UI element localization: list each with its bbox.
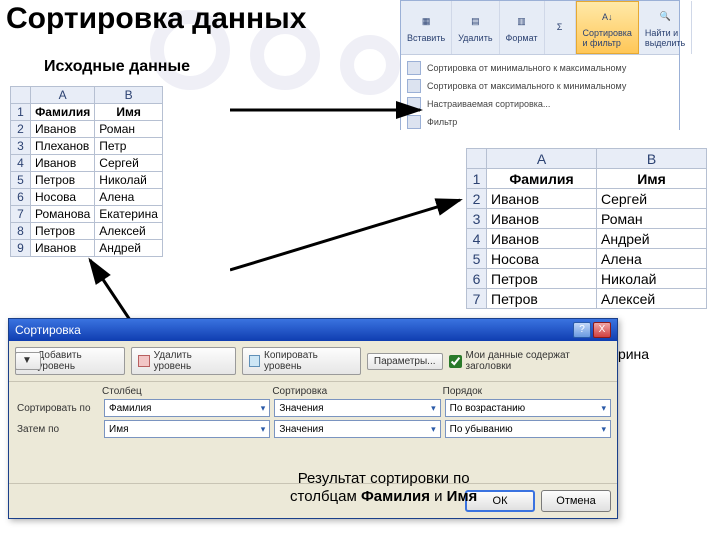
- sigma-icon: Σ: [551, 18, 569, 36]
- sort-asc-item[interactable]: Сортировка от минимального к максимально…: [407, 59, 673, 77]
- sorton-select[interactable]: Значения▾: [274, 399, 440, 417]
- binoculars-icon: 🔍: [656, 8, 674, 26]
- arrow-to-result: [230, 190, 470, 280]
- row-label: Сортировать по: [15, 403, 100, 414]
- caret-icon: ▾: [601, 403, 606, 414]
- ribbon-insert-button[interactable]: ▦Вставить: [401, 1, 452, 54]
- caret-icon: ▾: [431, 403, 436, 414]
- custom-sort-item[interactable]: Настраиваемая сортировка...: [407, 95, 673, 113]
- ribbon-editing-group: ▦Вставить ▤Удалить ▥Формат Σ A↓Сортировк…: [400, 0, 680, 130]
- ribbon-sort-filter-button[interactable]: A↓Сортировка и фильтр: [576, 1, 639, 54]
- result-table: AB 1ФамилияИмя 2ИвановСергей 3ИвановРома…: [466, 148, 707, 309]
- caret-icon: ▾: [261, 424, 266, 435]
- source-table: AB 1ФамилияИмя 2ИвановРоман 3ПлехановПет…: [10, 86, 163, 257]
- copy-icon: [249, 355, 261, 367]
- move-down-button[interactable]: ▼: [15, 352, 41, 370]
- ribbon-format-button[interactable]: ▥Формат: [500, 1, 545, 54]
- dialog-help-button[interactable]: ?: [573, 322, 591, 338]
- ribbon-delete-button[interactable]: ▤Удалить: [452, 1, 499, 54]
- source-label: Исходные данные: [44, 58, 190, 76]
- options-button[interactable]: Параметры...: [367, 353, 443, 370]
- dialog-titlebar: Сортировка ? X: [9, 319, 617, 341]
- column-select[interactable]: Имя▾: [104, 420, 270, 438]
- caret-icon: ▾: [261, 403, 266, 414]
- sort-asc-icon: [407, 61, 421, 75]
- ribbon-autosum-button[interactable]: Σ: [545, 1, 576, 54]
- column-select[interactable]: Фамилия▾: [104, 399, 270, 417]
- dialog-close-button[interactable]: X: [593, 322, 611, 338]
- sort-level-row: Затем по Имя▾ Значения▾ По убыванию▾: [15, 420, 611, 438]
- sorton-select[interactable]: Значения▾: [274, 420, 440, 438]
- sort-desc-icon: [407, 79, 421, 93]
- sort-desc-item[interactable]: Сортировка от максимального к минимально…: [407, 77, 673, 95]
- order-select[interactable]: По возрастанию▾: [445, 399, 611, 417]
- format-icon: ▥: [513, 13, 531, 31]
- dialog-title-text: Сортировка: [15, 323, 81, 337]
- copy-level-button[interactable]: Копировать уровень: [242, 347, 361, 375]
- ribbon-find-button[interactable]: 🔍Найти и выделить: [639, 1, 692, 54]
- sort-level-row: Сортировать по Фамилия▾ Значения▾ По воз…: [15, 399, 611, 417]
- row-label: Затем по: [15, 424, 100, 435]
- delete-cells-icon: ▤: [466, 13, 484, 31]
- filter-item[interactable]: Фильтр: [407, 113, 673, 131]
- chevron-down-icon: ▼: [22, 355, 34, 367]
- delete-level-button[interactable]: Удалить уровень: [131, 347, 235, 375]
- cancel-button[interactable]: Отмена: [541, 490, 611, 512]
- delete-icon: [138, 355, 150, 367]
- caret-icon: ▾: [601, 424, 606, 435]
- arrow-to-ribbon: [230, 100, 430, 120]
- slide-title: Сортировка данных: [6, 2, 306, 36]
- insert-cells-icon: ▦: [417, 13, 435, 31]
- grid-headers: Столбец Сортировка Порядок: [15, 386, 611, 397]
- sort-filter-dropdown: Сортировка от минимального к максимально…: [401, 55, 679, 135]
- result-label: Результат сортировки по столбцам Фамилия…: [290, 470, 477, 506]
- caret-icon: ▾: [431, 424, 436, 435]
- sort-filter-icon: A↓: [598, 8, 616, 26]
- arrow-to-dialog: [80, 255, 140, 325]
- headers-checkbox[interactable]: Мои данные содержат заголовки: [449, 350, 611, 372]
- order-select[interactable]: По убыванию▾: [445, 420, 611, 438]
